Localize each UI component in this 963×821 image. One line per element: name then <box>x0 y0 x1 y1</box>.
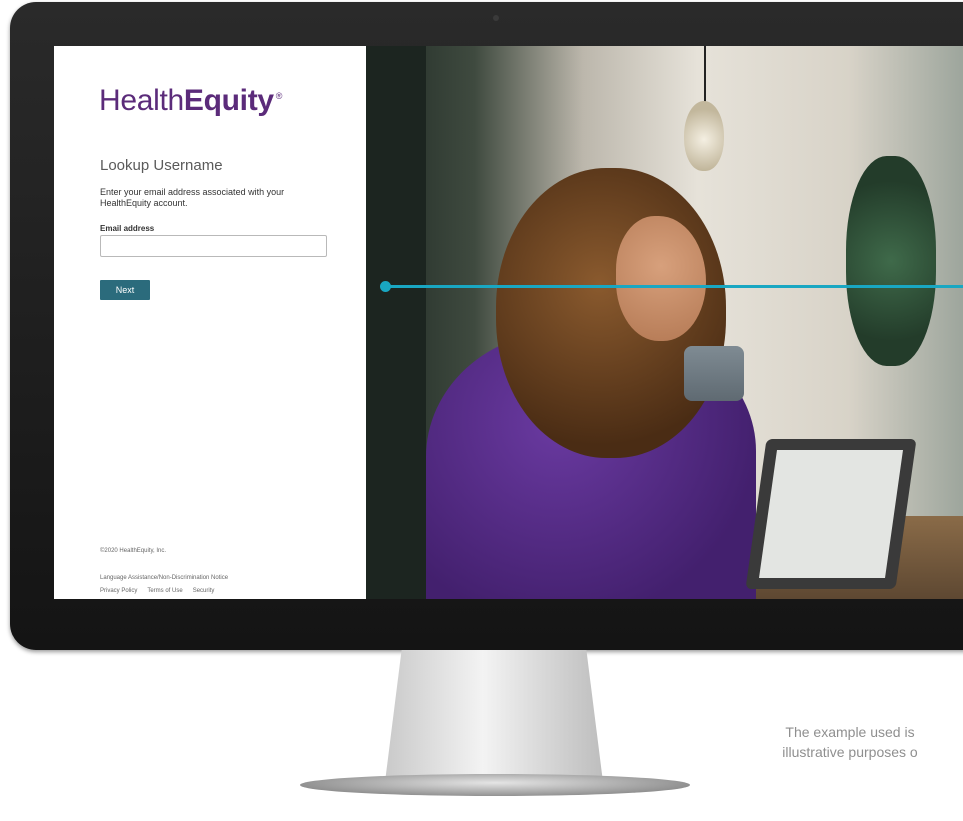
instructions-text: Enter your email address associated with… <box>100 187 285 208</box>
privacy-policy-link[interactable]: Privacy Policy <box>100 588 137 594</box>
light-bulb <box>684 101 724 171</box>
camera-dot <box>493 15 499 21</box>
person-face <box>616 216 706 341</box>
email-input[interactable] <box>100 235 327 257</box>
disclaimer-line1: The example used is <box>785 724 915 740</box>
callout-dot <box>380 281 391 292</box>
monitor-screen: HealthEquity ® Lookup Username Enter your… <box>54 46 963 599</box>
photo-wall <box>366 46 426 599</box>
monitor-frame: HealthEquity ® Lookup Username Enter your… <box>10 2 963 650</box>
email-label: Email address <box>100 224 155 233</box>
coffee-mug <box>684 346 744 401</box>
callout-line <box>386 285 963 288</box>
security-link[interactable]: Security <box>193 588 215 594</box>
next-button[interactable]: Next <box>100 280 150 300</box>
logo-prefix: Health <box>99 84 184 117</box>
healthequity-logo: HealthEquity ® <box>99 84 282 118</box>
monitor-stand <box>384 650 604 790</box>
page-title: Lookup Username <box>100 157 223 174</box>
laptop-screen <box>759 450 903 578</box>
lamp-cord <box>704 46 706 106</box>
footer-links: Privacy Policy Terms of Use Security <box>100 588 214 594</box>
plant <box>846 156 936 366</box>
login-panel: HealthEquity ® Lookup Username Enter your… <box>54 46 366 599</box>
language-assistance-link[interactable]: Language Assistance/Non-Discrimination N… <box>100 575 228 581</box>
hero-photo <box>366 46 963 599</box>
disclaimer-line2: illustrative purposes o <box>782 744 918 760</box>
monitor-stand-base <box>300 774 690 796</box>
logo-mark: ® <box>275 91 283 101</box>
copyright-text: ©2020 HealthEquity, Inc. <box>100 548 167 554</box>
logo-bold: Equity <box>183 84 274 117</box>
terms-of-use-link[interactable]: Terms of Use <box>147 588 182 594</box>
disclaimer-text: The example used is illustrative purpose… <box>700 722 963 762</box>
